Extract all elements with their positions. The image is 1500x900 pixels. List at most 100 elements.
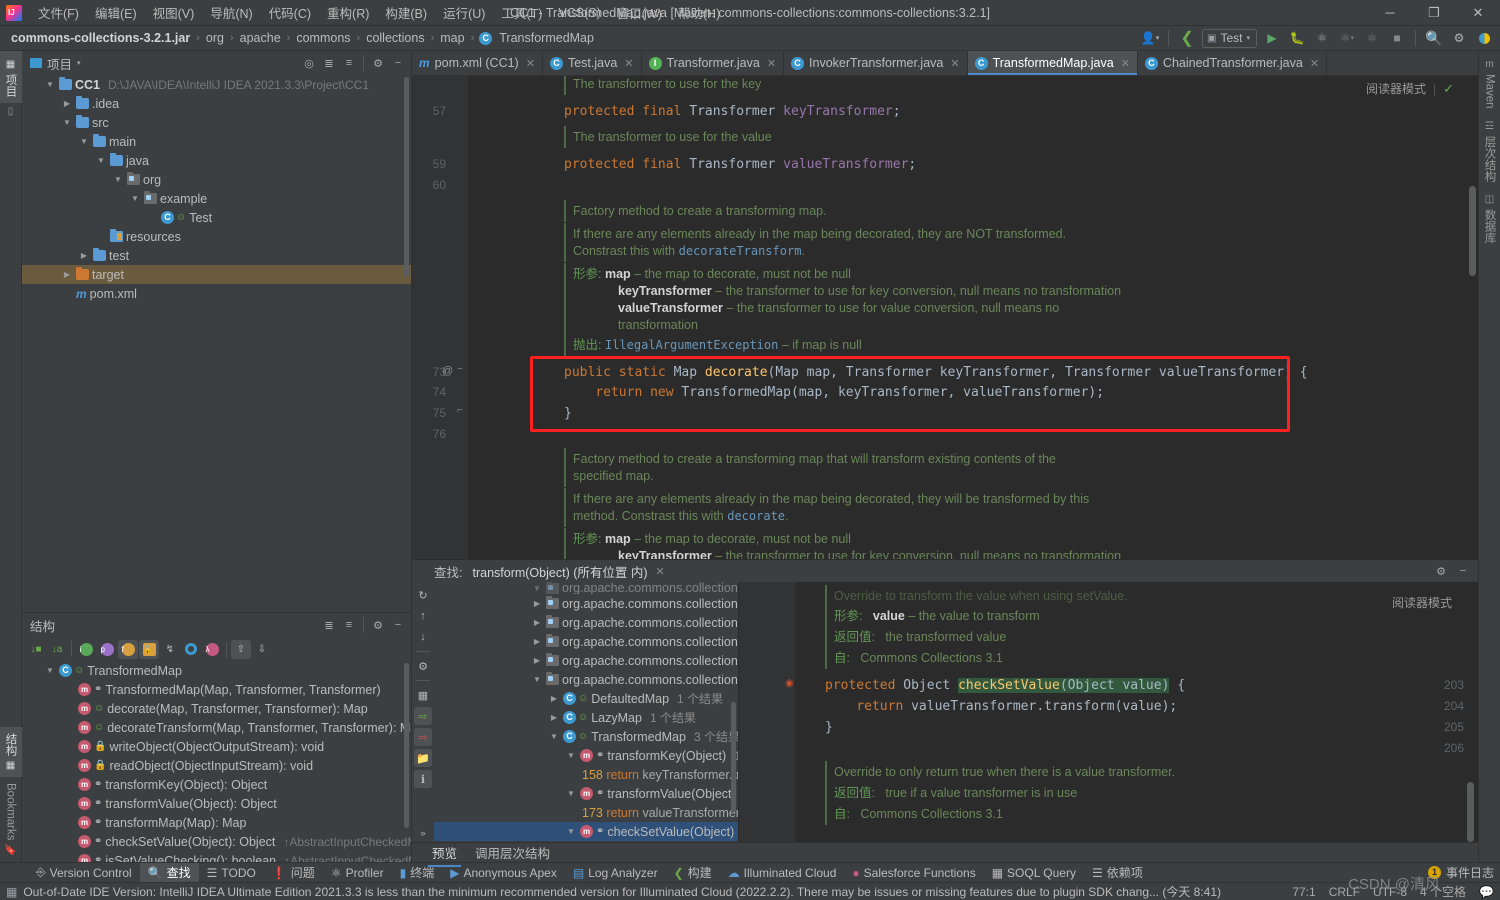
structure-tree-scrollbar[interactable] (404, 663, 409, 828)
hide-panel-icon[interactable]: − (389, 54, 407, 72)
tree-node[interactable]: ▶ C ☺ DefaultedMap 1 个结果 (434, 689, 738, 708)
previous-occurrence-icon[interactable]: ↑ (414, 607, 432, 625)
tree-node[interactable]: ▼org.apache.commons.collections.map5 个结果 (434, 670, 738, 689)
menu-refactor[interactable]: 重构(R) (319, 0, 377, 25)
event-log-group[interactable]: 1 事件日志 (1427, 864, 1500, 881)
implementing-method-icon[interactable]: ◉ (785, 678, 794, 689)
tree-node[interactable]: m 🔒 writeObject(ObjectOutputStream): void (22, 737, 411, 756)
editor-tab-transformer-java[interactable]: I Transformer.java ✕ (642, 51, 785, 75)
hide-panel-icon[interactable]: − (389, 616, 407, 634)
show-interfaces-icon[interactable] (181, 640, 201, 659)
run-configuration-selector[interactable]: ▣ Test ▾ (1202, 28, 1257, 48)
show-lambdas-icon[interactable]: λ (202, 640, 222, 659)
gear-icon[interactable]: ⚙ (369, 616, 387, 634)
indent-setting[interactable]: 4 个空格 (1420, 883, 1466, 900)
show-inherited-icon[interactable]: i (76, 640, 96, 659)
editor-tab-transformedmap-java[interactable]: C TransformedMap.java ✕ (967, 51, 1138, 75)
close-icon[interactable]: ✕ (526, 57, 535, 70)
expand-more-icon[interactable]: » (414, 824, 432, 842)
find-tab[interactable]: transform(Object) (所有位置 内) ✕ (472, 562, 664, 581)
close-icon[interactable]: ✕ (950, 57, 959, 70)
code-fold-icon[interactable]: − (457, 364, 463, 375)
chevron-down-icon[interactable]: ▼ (44, 666, 56, 675)
chevron-down-icon[interactable]: ▼ (44, 80, 56, 89)
editor-body[interactable]: 57 59 60 73 @ −74 75 ⌐ 76 The transformer to use… (412, 76, 1478, 559)
editor-gutter[interactable]: 57 59 60 73 @ −74 75 ⌐ 76 (412, 76, 468, 559)
close-icon[interactable]: ✕ (767, 57, 776, 70)
sidebar-item-commit[interactable]: ▯ (5, 103, 17, 120)
tree-node[interactable]: m ⚭ transformValue(Object): Object (22, 794, 411, 813)
tree-node[interactable]: ▶ org.apache.commons.collections.comparat… (434, 613, 738, 632)
tree-node[interactable]: m 🔒 readObject(ObjectInputStream): void (22, 756, 411, 775)
chevron-down-icon[interactable]: ▼ (548, 732, 560, 741)
menu-tools[interactable]: 工具(T) (493, 0, 550, 25)
tree-node[interactable]: resources (22, 227, 411, 246)
editor-tab-test-java[interactable]: C Test.java ✕ (543, 51, 642, 75)
tree-node[interactable]: ▼m⚭transformKey(Object)1 个结果 (434, 746, 738, 765)
chevron-right-icon[interactable]: ▶ (548, 713, 560, 722)
breadcrumb-item-org[interactable]: org (203, 31, 227, 45)
menu-edit[interactable]: 编辑(E) (87, 0, 145, 25)
export-results-icon[interactable]: ⇨ (414, 728, 432, 746)
sort-alphabetically-icon[interactable]: ↓a (47, 640, 67, 659)
tab-call-hierarchy[interactable]: 调用层次结构 (475, 841, 550, 864)
tool-window-log-analyzer[interactable]: ▤ Log Analyzer (565, 865, 666, 881)
chevron-right-icon[interactable]: ▶ (61, 99, 73, 108)
tool-window-find[interactable]: 🔍 查找 (139, 863, 199, 882)
line-separator[interactable]: CRLF (1329, 885, 1360, 899)
menu-code[interactable]: 代码(C) (261, 0, 319, 25)
run-with-coverage-icon[interactable]: ⚛ (1312, 29, 1332, 48)
find-results-tree[interactable]: ▼org.apache.commons.collections4 个结果▶org… (434, 582, 738, 842)
chevron-right-icon[interactable]: ▶ (531, 637, 543, 646)
tool-window-version-control[interactable]: ⎆ Version Control (28, 864, 140, 881)
breadcrumb-item-collections[interactable]: collections (363, 31, 427, 45)
structure-panel-title-group[interactable]: 结构 (30, 616, 55, 635)
menu-run[interactable]: 运行(U) (435, 0, 493, 25)
sidebar-item-bookmarks[interactable]: Bookmarks 🔖 (1, 777, 19, 862)
tree-node[interactable]: ▶ org.apache.commons.collections.collecti… (434, 594, 738, 613)
tree-node[interactable]: ▼ java (22, 151, 411, 170)
chevron-down-icon[interactable]: ▼ (565, 827, 577, 836)
tree-node[interactable]: ▶ target (22, 265, 411, 284)
project-tree[interactable]: ▼ CC1 D:\JAVA\IDEA\IntelliJ IDEA 2021.3.3\… (22, 75, 411, 612)
open-in-new-tab-icon[interactable]: ⇨ (414, 707, 432, 725)
chevron-down-icon[interactable]: ▼ (531, 675, 543, 684)
find-result-line[interactable]: 158 return keyTransformer.transform(obje… (434, 765, 738, 784)
updates-icon[interactable] (1474, 29, 1494, 48)
gear-icon[interactable]: ⚙ (369, 54, 387, 72)
close-icon[interactable]: ✕ (1310, 57, 1319, 70)
tree-node[interactable]: ▶ C ☺ LazyMap 1 个结果 (434, 708, 738, 727)
tool-window-illuminated-cloud[interactable]: ☁ Illuminated Cloud (720, 865, 845, 881)
expand-all-icon[interactable]: ≣ (320, 616, 338, 634)
show-anonymous-icon[interactable]: ↯ (160, 640, 180, 659)
back-arrow-icon[interactable]: ❮ (1177, 29, 1197, 48)
editor-tab-pom-xml--cc1-[interactable]: m pom.xml (CC1) ✕ (412, 51, 543, 75)
sidebar-item-structure[interactable]: 结构 ▦ (0, 727, 22, 778)
chevron-down-icon[interactable]: ▼ (78, 137, 90, 146)
tree-node[interactable]: ▼org.apache.commons.collections4 个结果 (434, 582, 738, 594)
reader-mode-indicator[interactable]: 阅读器模式 | ✓ (1366, 80, 1454, 97)
tree-node[interactable]: ▼m⚭transformValue(Object)1 个结果 (434, 784, 738, 803)
tree-node[interactable]: m ⚭ transformMap(Map): Map (22, 813, 411, 832)
tree-node[interactable]: ▶ .idea (22, 94, 411, 113)
stop-icon[interactable]: ■ (1387, 29, 1407, 48)
tool-window-dependencies[interactable]: ☰ 依赖项 (1084, 863, 1151, 882)
tool-window-problems[interactable]: ❗ 问题 (264, 863, 323, 882)
editor-tab-invokertransformer-java[interactable]: C InvokerTransformer.java ✕ (784, 51, 968, 75)
breadcrumb-item-map[interactable]: map (437, 31, 467, 45)
close-button[interactable]: ✕ (1456, 0, 1500, 26)
breadcrumb-item-jar[interactable]: commons-collections-3.2.1.jar (8, 31, 193, 45)
project-panel-title-group[interactable]: 项目 ▾ (30, 54, 81, 73)
debug-icon[interactable]: 🐛 (1287, 29, 1307, 48)
close-icon[interactable]: ✕ (656, 565, 665, 578)
info-icon[interactable]: ℹ (414, 770, 432, 788)
sidebar-item-database[interactable]: ◫ 数据库 (1479, 188, 1500, 250)
project-tree-scrollbar[interactable] (404, 77, 409, 277)
show-non-public-icon[interactable]: 🔒 (139, 639, 159, 659)
tree-node[interactable]: m ⚭ TransformedMap(Map, Transformer, Trans… (22, 680, 411, 699)
menu-view[interactable]: 视图(V) (145, 0, 203, 25)
chevron-down-icon[interactable]: ▼ (112, 175, 124, 184)
profile-icon[interactable]: 👤 ▾ (1140, 29, 1160, 48)
sidebar-item-hierarchy[interactable]: ☲ 层次结构 (1479, 115, 1500, 188)
collapse-all-icon[interactable]: ≡ (340, 54, 358, 72)
